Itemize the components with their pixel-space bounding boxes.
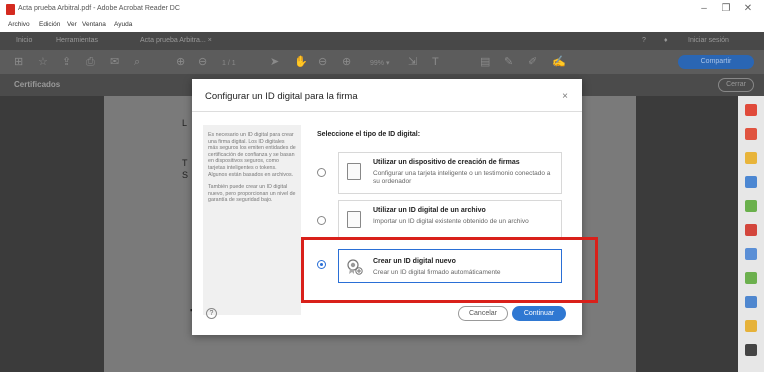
radio-id-from-file[interactable] xyxy=(317,216,326,225)
tab-bar: Inicio Herramientas Acta prueba Arbitra.… xyxy=(0,32,764,50)
edit-pdf-icon[interactable] xyxy=(745,176,757,188)
zoom-in-icon[interactable]: ⊕ xyxy=(342,56,351,68)
signin-link[interactable]: Iniciar sesión xyxy=(688,37,729,44)
bell-icon[interactable]: ♦ xyxy=(664,37,668,44)
menu-ayuda[interactable]: Ayuda xyxy=(114,21,132,28)
option-signature-device[interactable]: Utilizar un dispositivo de creación de f… xyxy=(338,152,562,194)
tab-document[interactable]: Acta prueba Arbitra... × xyxy=(140,37,212,44)
stamp-icon[interactable] xyxy=(745,320,757,332)
upload-icon[interactable]: ⇪ xyxy=(62,56,71,68)
help-icon[interactable]: ? xyxy=(642,37,646,44)
file-certificate-icon xyxy=(347,211,361,228)
cancel-button[interactable]: Cancelar xyxy=(458,306,508,321)
menu-ventana[interactable]: Ventana xyxy=(82,21,106,28)
compress-icon[interactable] xyxy=(745,272,757,284)
option-description: Importar un ID digital existente obtenid… xyxy=(373,218,529,225)
zoom-select[interactable]: 99% ▾ xyxy=(370,58,389,70)
toolbar: ⊞ ☆ ⇪ ⎙ ✉ ⌕ ⊕ ⊖ 1 / 1 ➤ ✋ ⊖ ⊕ 99% ▾ ⇲ T … xyxy=(0,50,764,74)
select-heading: Seleccione el tipo de ID digital: xyxy=(317,131,421,138)
cursor-icon[interactable]: ➤ xyxy=(270,56,279,68)
radio-signature-device[interactable] xyxy=(317,168,326,177)
search-icon[interactable]: ⌕ xyxy=(134,56,140,68)
tab-tools[interactable]: Herramientas xyxy=(56,37,98,44)
dialog-divider xyxy=(192,111,582,112)
maximize-button[interactable]: ❐ xyxy=(718,3,734,14)
doc-text-fragment: T xyxy=(182,158,188,168)
dialog-close-icon[interactable]: × xyxy=(562,91,568,102)
zoom-out-icon[interactable]: ⊖ xyxy=(318,56,327,68)
print-icon[interactable]: ⎙ xyxy=(86,56,95,68)
window-title: Acta prueba Arbitral.pdf - Adobe Acrobat… xyxy=(18,5,180,12)
page-up-icon[interactable]: ⊕ xyxy=(176,56,185,68)
menu-ver[interactable]: Ver xyxy=(67,21,77,28)
doc-text-fragment: L xyxy=(182,118,188,128)
highlight-annotation xyxy=(301,237,598,303)
bookmark-icon[interactable]: ☆ xyxy=(38,56,48,68)
fill-sign-icon[interactable] xyxy=(745,224,757,236)
minimize-button[interactable]: – xyxy=(696,3,712,14)
pen-icon[interactable]: ✎ xyxy=(504,56,513,68)
page-counter[interactable]: 1 / 1 xyxy=(222,58,236,70)
tools-more-icon[interactable] xyxy=(745,344,757,356)
doc-text-fragment: S xyxy=(182,170,189,180)
option-description: Configurar una tarjeta inteligente o un … xyxy=(373,170,551,186)
close-window-button[interactable]: ✕ xyxy=(740,3,756,14)
comment-tool-icon[interactable] xyxy=(745,152,757,164)
share-button[interactable]: Compartir xyxy=(678,55,754,69)
option-id-from-file[interactable]: Utilizar un ID digital de un archivo Imp… xyxy=(338,200,562,240)
option-title: Utilizar un dispositivo de creación de f… xyxy=(373,159,520,166)
close-tool-button[interactable]: Cerrar xyxy=(718,78,754,92)
tab-home[interactable]: Inicio xyxy=(16,37,32,44)
right-tools-panel xyxy=(738,96,764,372)
info-panel: Es necesario un ID digital para crear un… xyxy=(203,125,301,315)
create-pdf-icon[interactable]: ⊞ xyxy=(14,56,23,68)
mail-icon[interactable]: ✉ xyxy=(110,56,119,68)
sign-icon[interactable]: ✍ xyxy=(552,56,566,68)
menu-archivo[interactable]: Archivo xyxy=(8,21,30,28)
certificates-title: Certificados xyxy=(14,80,61,89)
page-down-icon[interactable]: ⊖ xyxy=(198,56,207,68)
acrobat-icon xyxy=(6,4,15,15)
info-paragraph: Es necesario un ID digital para crear un… xyxy=(208,132,296,178)
continue-button[interactable]: Continuar xyxy=(512,306,566,321)
option-title: Utilizar un ID digital de un archivo xyxy=(373,207,486,214)
help-icon[interactable]: ? xyxy=(206,308,217,319)
highlight-icon[interactable]: ✐ xyxy=(528,56,537,68)
certificate-tool-icon[interactable] xyxy=(745,296,757,308)
export-pdf-icon[interactable] xyxy=(745,104,757,116)
organize-icon[interactable] xyxy=(745,200,757,212)
menu-bar: Archivo Edición Ver Ventana Ayuda xyxy=(0,20,764,32)
usb-token-icon xyxy=(347,163,361,180)
dialog-title: Configurar un ID digital para la firma xyxy=(205,91,358,102)
title-bar: Acta prueba Arbitral.pdf - Adobe Acrobat… xyxy=(0,0,764,22)
create-pdf-icon[interactable] xyxy=(745,128,757,140)
comment-icon[interactable]: ▤ xyxy=(480,56,490,68)
protect-icon[interactable] xyxy=(745,248,757,260)
menu-edicion[interactable]: Edición xyxy=(39,21,60,28)
text-tool-icon[interactable]: T xyxy=(432,56,439,68)
fit-page-icon[interactable]: ⇲ xyxy=(408,56,417,68)
hand-icon[interactable]: ✋ xyxy=(294,56,308,68)
info-paragraph: También puede crear un ID digital nuevo,… xyxy=(208,184,296,204)
